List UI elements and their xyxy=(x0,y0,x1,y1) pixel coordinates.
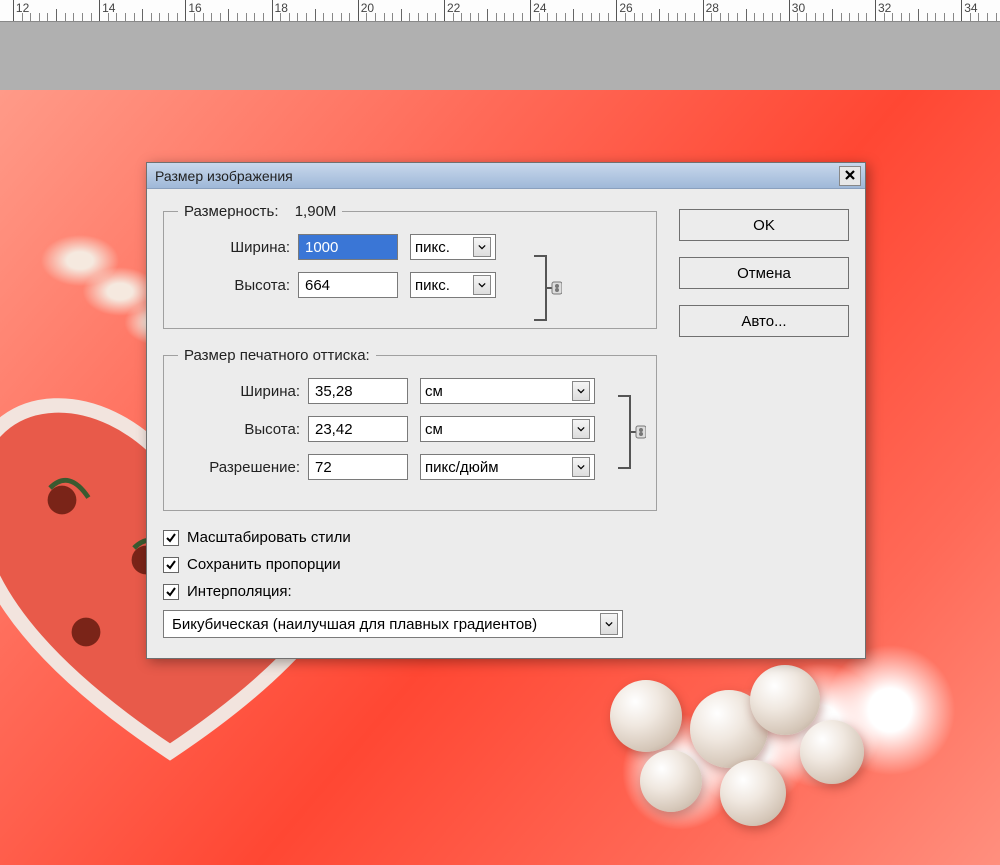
image-size-dialog: Размер изображения Размерность: 1,90M Ши… xyxy=(146,162,866,659)
chevron-down-icon xyxy=(572,381,590,401)
pearl-graphic xyxy=(750,665,820,735)
width-label: Ширина: xyxy=(178,239,298,256)
dialog-title: Размер изображения xyxy=(155,168,293,184)
cancel-button[interactable]: Отмена xyxy=(679,257,849,289)
pearl-graphic xyxy=(720,760,786,826)
checkmark-icon xyxy=(165,532,177,544)
select-value: пикс/дюйм xyxy=(425,459,499,476)
ok-button[interactable]: OK xyxy=(679,209,849,241)
close-icon xyxy=(844,169,856,183)
interpolation-select[interactable]: Бикубическая (наилучшая для плавных град… xyxy=(163,610,623,638)
constrain-proportions-label: Сохранить пропорции xyxy=(187,556,341,573)
checkmark-icon xyxy=(165,586,177,598)
print-dimensions-legend: Размер печатного оттиска: xyxy=(178,347,376,364)
chevron-down-icon xyxy=(473,275,491,295)
pixel-dimensions-legend: Размерность: 1,90M xyxy=(178,203,342,220)
constrain-proportions-checkbox[interactable] xyxy=(163,557,179,573)
pixel-height-input[interactable] xyxy=(298,272,398,298)
chevron-down-icon xyxy=(600,613,618,635)
pixel-dimensions-group: Размерность: 1,90M Ширина: пикс. Высота:… xyxy=(163,203,657,329)
dialog-titlebar[interactable]: Размер изображения xyxy=(147,163,865,189)
chevron-down-icon xyxy=(572,457,590,477)
file-size-value: 1,90M xyxy=(295,203,337,220)
resolution-unit-select[interactable]: пикс/дюйм xyxy=(420,454,595,480)
resolution-label: Разрешение: xyxy=(178,459,308,476)
select-value: пикс. xyxy=(415,239,450,256)
auto-button[interactable]: Авто... xyxy=(679,305,849,337)
select-value: см xyxy=(425,383,443,400)
pixel-width-input[interactable] xyxy=(298,234,398,260)
resample-label: Интерполяция: xyxy=(187,583,292,600)
resample-checkbox[interactable] xyxy=(163,584,179,600)
checkmark-icon xyxy=(165,559,177,571)
height-label: Высота: xyxy=(178,277,298,294)
constrain-link-icon xyxy=(532,252,562,324)
print-height-label: Высота: xyxy=(178,421,308,438)
close-button[interactable] xyxy=(839,166,861,186)
resolution-input[interactable] xyxy=(308,454,408,480)
chevron-down-icon xyxy=(572,419,590,439)
print-width-input[interactable] xyxy=(308,378,408,404)
print-height-unit-select[interactable]: см xyxy=(420,416,595,442)
workspace-background xyxy=(0,22,1000,90)
print-height-input[interactable] xyxy=(308,416,408,442)
print-width-label: Ширина: xyxy=(178,383,308,400)
select-value: пикс. xyxy=(415,277,450,294)
pearl-graphic xyxy=(800,720,864,784)
scale-styles-checkbox[interactable] xyxy=(163,530,179,546)
constrain-link-icon xyxy=(616,392,646,472)
pixel-width-unit-select[interactable]: пикс. xyxy=(410,234,496,260)
pearl-graphic xyxy=(610,680,682,752)
pixel-height-unit-select[interactable]: пикс. xyxy=(410,272,496,298)
select-value: см xyxy=(425,421,443,438)
horizontal-ruler: 121416182022242628303234 xyxy=(0,0,1000,22)
pearl-graphic xyxy=(640,750,702,812)
chevron-down-icon xyxy=(473,237,491,257)
print-width-unit-select[interactable]: см xyxy=(420,378,595,404)
print-dimensions-group: Размер печатного оттиска: Ширина: см Выс… xyxy=(163,347,657,511)
scale-styles-label: Масштабировать стили xyxy=(187,529,351,546)
select-value: Бикубическая (наилучшая для плавных град… xyxy=(172,616,537,633)
